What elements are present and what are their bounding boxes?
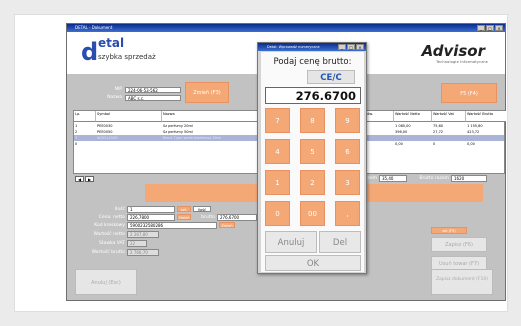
close-icon[interactable]: × bbox=[495, 25, 503, 31]
col-header-lp[interactable]: Lp. bbox=[74, 111, 96, 122]
window-title: DETAL - Dokument bbox=[75, 25, 113, 30]
clear-button[interactable]: CE/C bbox=[307, 70, 355, 84]
key-5[interactable]: 5 bbox=[300, 139, 325, 164]
dialog-body: Podaj cenę brutto: CE/C 276.6700 7 8 9 4… bbox=[261, 52, 364, 272]
key-4[interactable]: 4 bbox=[265, 139, 290, 164]
f5-button[interactable]: F5 (F4) bbox=[441, 83, 497, 103]
delete-button[interactable]: Del bbox=[319, 231, 361, 253]
col-header-netto[interactable]: Wartość Netto bbox=[394, 111, 432, 122]
next-arrow-icon[interactable]: ▶ bbox=[85, 176, 94, 182]
col-header-vat[interactable]: Wartość Vat bbox=[432, 111, 466, 122]
kod-kreskowy-label: Kod kreskowy bbox=[94, 223, 125, 228]
cell: 0,00 bbox=[467, 142, 475, 146]
cancel-button[interactable]: Anuluj (Esc) bbox=[75, 269, 137, 295]
key-3[interactable]: 3 bbox=[335, 170, 360, 195]
dialog-close-icon[interactable]: × bbox=[356, 44, 364, 50]
brutto-label: brutto bbox=[201, 215, 215, 220]
col-header-symbol[interactable]: Symbol bbox=[96, 111, 162, 122]
extra-f5-button[interactable]: wit (F5) bbox=[431, 227, 467, 234]
nazwa-field[interactable]: ABC s.c. bbox=[125, 95, 181, 101]
unit-button[interactable]: szt. bbox=[177, 206, 191, 212]
logo-name: etal bbox=[98, 36, 125, 50]
wartosc-netto-field: 2 267,80 bbox=[127, 231, 159, 238]
stawka-vat-field: 22 bbox=[127, 240, 147, 247]
ilosc-button[interactable]: Ilość bbox=[193, 206, 211, 212]
maximize-icon[interactable]: □ bbox=[486, 25, 494, 31]
key-comma[interactable]: , bbox=[335, 201, 360, 226]
stawka-vat-label: Stawka VAT bbox=[98, 241, 125, 246]
ok-button[interactable]: OK bbox=[265, 255, 361, 271]
key-6[interactable]: 6 bbox=[335, 139, 360, 164]
numeric-input-dialog: Detal: Wprowadź numeryczne _ □ × Podaj c… bbox=[257, 42, 367, 274]
key-2[interactable]: 2 bbox=[300, 170, 325, 195]
window-titlebar: DETAL - Dokument _ □ × bbox=[67, 24, 505, 32]
dialog-maximize-icon[interactable]: □ bbox=[347, 44, 355, 50]
key-7[interactable]: 7 bbox=[265, 108, 290, 133]
key-9[interactable]: 9 bbox=[335, 108, 360, 133]
logo-letter: d bbox=[81, 38, 99, 66]
key-0[interactable]: 0 bbox=[265, 201, 290, 226]
cena-netto-field[interactable]: 226,7800 bbox=[127, 214, 175, 221]
brutto-field[interactable]: 276,6700 bbox=[217, 214, 257, 221]
numeric-display[interactable]: 276.6700 bbox=[265, 87, 361, 104]
cell: 0 bbox=[75, 142, 78, 146]
cena-netto-label: Cena. netto bbox=[98, 215, 125, 220]
wartosc-brutto-field: 2 766,70 bbox=[127, 249, 159, 256]
screenshot-background: DETAL - Dokument _ □ × d etal szybka spr… bbox=[0, 0, 521, 326]
brutto-razem-field: 1620 bbox=[451, 175, 487, 182]
nazwa-label: Nazwa bbox=[107, 95, 122, 100]
advisor-logo: Advisor bbox=[421, 42, 485, 60]
brutto-razem-label: Brutto razem bbox=[419, 176, 449, 181]
cell: WOD-LIGER bbox=[97, 136, 118, 140]
logo-subtitle: szybka sprzedaż bbox=[98, 53, 156, 61]
key-00[interactable]: 00 bbox=[300, 201, 325, 226]
nip-field[interactable]: 224-06-53-562 bbox=[125, 87, 181, 93]
col-header-brutto[interactable]: Wartość Brutto bbox=[466, 111, 506, 122]
ilosc-label: Ilość bbox=[114, 207, 125, 212]
razem-field: 35,40 bbox=[379, 175, 407, 182]
dialog-cancel-button[interactable]: Anuluj bbox=[265, 231, 317, 253]
wartosc-netto-label: Wartość netto bbox=[93, 232, 125, 237]
prev-arrow-icon[interactable]: ◀ bbox=[75, 176, 84, 182]
ilosc-field[interactable]: 1 bbox=[127, 206, 175, 213]
dialog-title: Detal: Wprowadź numeryczne bbox=[267, 45, 320, 49]
cell: 0,00 bbox=[395, 142, 403, 146]
dialog-prompt: Podaj cenę brutto: bbox=[273, 57, 352, 67]
change-customer-button[interactable]: Zmień (F3) bbox=[185, 82, 229, 103]
save-document-button[interactable]: Zapisz dokument (F10) bbox=[431, 269, 493, 295]
key-1[interactable]: 1 bbox=[265, 170, 290, 195]
wartosc-brutto-label: Wartość brutto bbox=[91, 250, 125, 255]
change-barcode-button[interactable]: Zmień bbox=[219, 222, 235, 228]
advisor-subtitle: Technologie Informatyczne bbox=[436, 60, 488, 64]
minimize-icon[interactable]: _ bbox=[477, 25, 485, 31]
save-item-button[interactable]: Zapisz (F6) bbox=[431, 237, 487, 252]
key-8[interactable]: 8 bbox=[300, 108, 325, 133]
nip-label: NIP bbox=[114, 87, 122, 92]
change-netto-button[interactable]: Zmień bbox=[177, 214, 191, 220]
dialog-minimize-icon[interactable]: _ bbox=[338, 44, 346, 50]
barcode-field[interactable]: 5900232580286 bbox=[127, 222, 217, 229]
cell: 0 bbox=[433, 142, 436, 146]
dialog-titlebar: Detal: Wprowadź numeryczne _ □ × bbox=[258, 43, 366, 51]
